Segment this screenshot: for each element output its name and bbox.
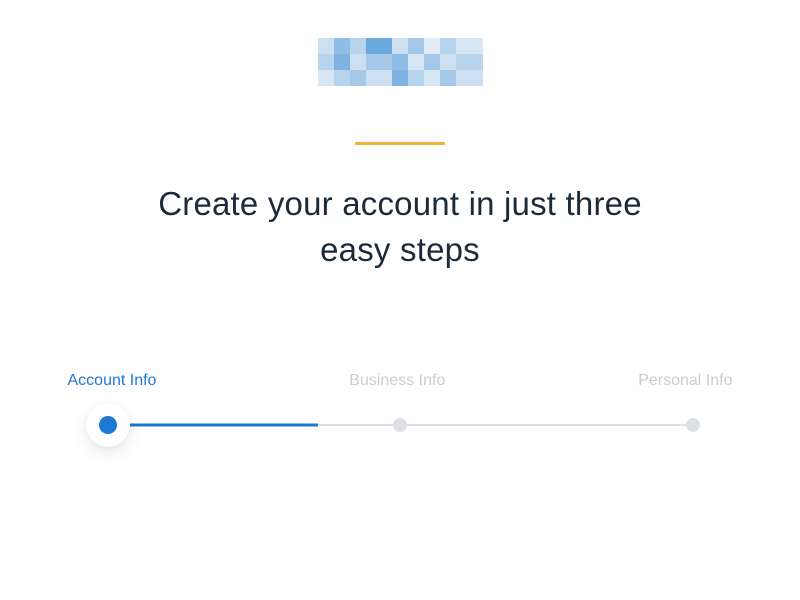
- step-label-account-info[interactable]: Account Info: [68, 372, 157, 390]
- step-label-personal-info[interactable]: Personal Info: [638, 372, 732, 390]
- track-fill: [108, 424, 319, 427]
- progress-stepper: Account Info Business Info Personal Info: [68, 372, 733, 426]
- step-dot-personal-info[interactable]: [686, 418, 700, 432]
- divider-accent: [355, 142, 445, 145]
- step-dot-account-info[interactable]: [86, 403, 130, 447]
- step-dot-active-icon: [99, 416, 117, 434]
- logo: [318, 38, 483, 86]
- stepper-track: [108, 424, 693, 426]
- page-title: Create your account in just three easy s…: [150, 181, 650, 272]
- step-dot-business-info[interactable]: [393, 418, 407, 432]
- step-label-business-info[interactable]: Business Info: [349, 372, 445, 390]
